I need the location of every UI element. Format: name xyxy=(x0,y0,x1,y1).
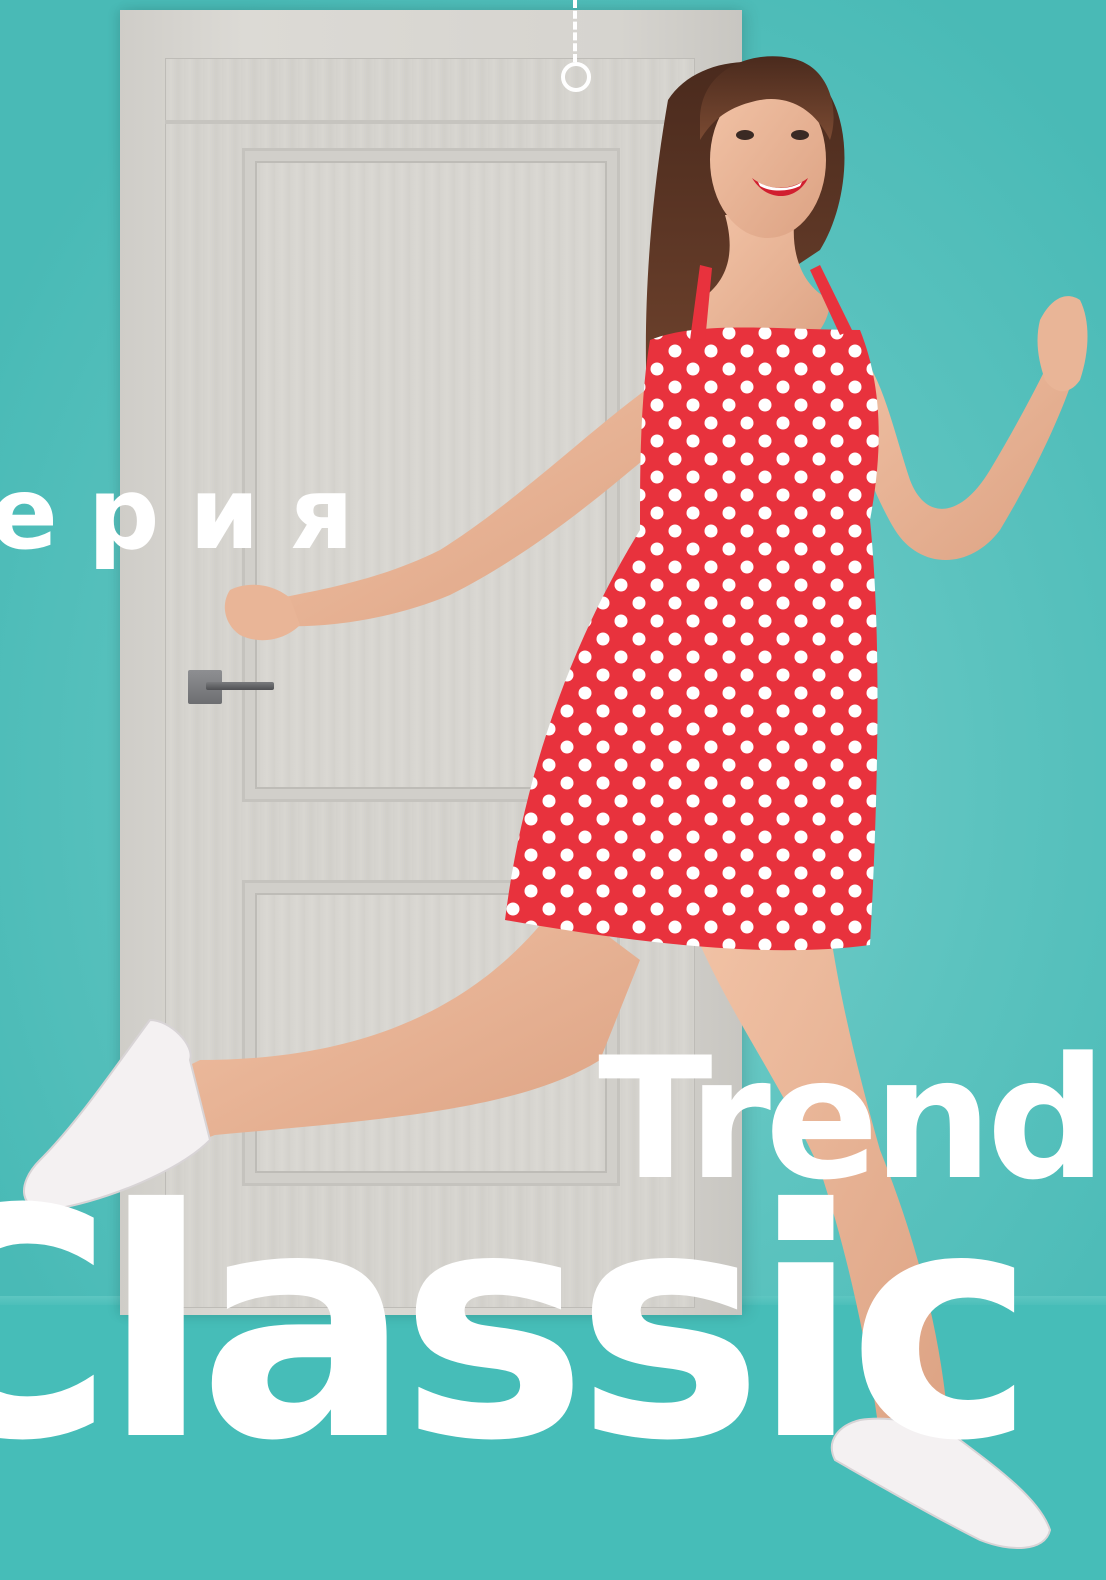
title-classic: Classic xyxy=(0,1142,1035,1510)
brochure-cover: ерия Trend lassic xyxy=(0,0,1106,1580)
